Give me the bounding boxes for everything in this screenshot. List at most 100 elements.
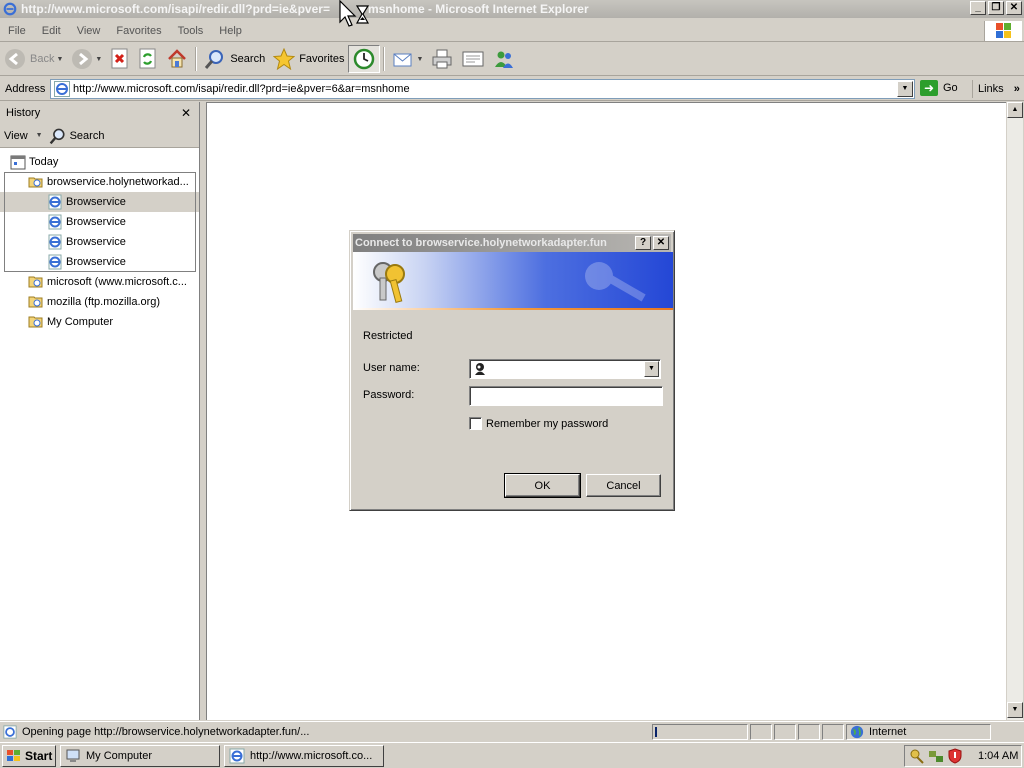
stop-button[interactable] — [106, 45, 134, 73]
scroll-down-icon[interactable]: ▼ — [1007, 702, 1023, 718]
cancel-button[interactable]: Cancel — [586, 474, 661, 497]
home-icon — [168, 49, 187, 68]
history-site-row[interactable]: browservice.holynetworkad... — [0, 172, 199, 192]
history-page-row[interactable]: Browservice — [0, 232, 199, 252]
realm-label: Restricted — [363, 330, 413, 342]
links-label: Links — [978, 83, 1004, 95]
status-pane — [822, 723, 844, 740]
view-label: View — [4, 129, 28, 142]
mail-button[interactable]: ▼ — [388, 45, 427, 73]
status-bar: Opening page http://browservice.holynetw… — [0, 721, 1024, 741]
chevron-down-icon: ▼ — [35, 132, 43, 139]
toolbar-separator — [383, 47, 386, 71]
network-key-icon[interactable] — [909, 748, 925, 764]
home-button[interactable] — [162, 45, 192, 73]
folder-open-icon — [28, 177, 43, 188]
address-combobox[interactable]: ▼ — [50, 79, 915, 99]
back-button[interactable]: Back ▼ — [0, 45, 67, 73]
forward-button[interactable]: ▼ — [67, 45, 106, 73]
print-button[interactable] — [427, 45, 457, 73]
refresh-button[interactable] — [134, 45, 162, 73]
status-message: Opening page http://browservice.holynetw… — [0, 724, 650, 739]
history-search-button[interactable]: Search — [49, 127, 104, 145]
stop-icon — [111, 48, 128, 69]
minimize-button[interactable]: _ — [970, 1, 986, 15]
printer-icon — [432, 49, 452, 69]
search-label: Search — [230, 53, 266, 65]
password-label: Password: — [363, 389, 415, 401]
password-field[interactable] — [469, 386, 663, 406]
menu-favorites[interactable]: Favorites — [108, 25, 169, 37]
view-dropdown-button[interactable]: View ▼ — [4, 130, 43, 142]
history-site-row[interactable]: mozilla (ftp.mozilla.org) — [0, 292, 199, 312]
taskbar-item-my-computer[interactable]: My Computer — [60, 744, 220, 767]
favorites-button[interactable]: Favorites — [269, 45, 348, 73]
back-dropdown-icon[interactable]: ▼ — [56, 56, 63, 63]
ok-button[interactable]: OK — [504, 473, 581, 498]
history-page-row[interactable]: Browservice — [0, 212, 199, 232]
address-input[interactable] — [73, 83, 897, 95]
restore-button[interactable]: ❐ — [988, 1, 1004, 15]
forward-dropdown-icon[interactable]: ▼ — [95, 56, 102, 63]
progress-bar — [652, 723, 748, 740]
connect-dialog: Connect to browservice.holynetworkadapte… — [349, 230, 675, 511]
start-button[interactable]: Start — [2, 744, 56, 767]
address-dropdown-icon[interactable]: ▼ — [897, 81, 913, 97]
messenger-button[interactable] — [489, 45, 519, 73]
ie-page-icon — [48, 234, 62, 250]
dialog-banner — [353, 252, 673, 310]
remember-password-checkbox[interactable] — [469, 417, 482, 430]
banner-accent-line — [353, 308, 673, 310]
dialog-title-bar[interactable]: Connect to browservice.holynetworkadapte… — [353, 234, 671, 252]
history-title: History — [6, 107, 41, 119]
window-title-bar[interactable]: http://www.microsoft.com/isapi/redir.dll… — [0, 0, 1024, 18]
vertical-scrollbar[interactable]: ▲ ▼ — [1006, 102, 1023, 720]
close-button[interactable]: ✕ — [1006, 1, 1022, 15]
history-page-row[interactable]: Browservice — [0, 192, 199, 212]
menu-edit[interactable]: Edit — [34, 25, 69, 37]
chevron-down-icon[interactable]: ▼ — [644, 361, 659, 377]
username-combobox[interactable]: ▼ — [469, 359, 661, 379]
search-button[interactable]: Search — [200, 45, 269, 73]
mail-dropdown-icon[interactable]: ▼ — [416, 56, 423, 63]
history-button[interactable] — [348, 45, 381, 73]
remember-password-label: Remember my password — [486, 417, 609, 430]
dialog-close-button[interactable]: ✕ — [653, 236, 669, 250]
history-site-row[interactable]: microsoft (www.microsoft.c... — [0, 272, 199, 292]
ie-icon — [229, 748, 245, 763]
history-site-label: microsoft (www.microsoft.c... — [47, 276, 187, 288]
windows-logo-icon — [984, 21, 1022, 41]
password-input[interactable] — [470, 387, 662, 405]
history-today-row[interactable]: Today — [0, 152, 199, 172]
taskbar-item-ie[interactable]: http://www.microsoft.co... — [224, 744, 384, 767]
favorites-label: Favorites — [299, 53, 345, 65]
menu-tools[interactable]: Tools — [170, 25, 212, 37]
history-page-label: Browservice — [66, 236, 126, 248]
status-pane — [774, 723, 796, 740]
menu-help[interactable]: Help — [211, 25, 250, 37]
history-page-row[interactable]: Browservice — [0, 252, 199, 272]
history-toolbar: View ▼ Search — [0, 124, 199, 148]
close-icon[interactable]: ✕ — [181, 106, 191, 120]
history-tree: Today browservice.holynetworkad... Brows… — [0, 148, 199, 332]
edit-button[interactable] — [457, 45, 489, 73]
security-shield-icon[interactable] — [947, 748, 963, 764]
scroll-up-icon[interactable]: ▲ — [1007, 102, 1023, 118]
links-button[interactable]: Links » — [972, 80, 1020, 98]
history-site-row[interactable]: My Computer — [0, 312, 199, 332]
history-site-label: My Computer — [47, 316, 114, 328]
menu-file[interactable]: File — [0, 25, 34, 37]
menu-view[interactable]: View — [69, 25, 109, 37]
status-pane — [798, 723, 820, 740]
network-icon[interactable] — [928, 748, 944, 764]
clock[interactable]: 1:04 AM — [978, 750, 1018, 762]
back-arrow-icon — [5, 49, 25, 69]
go-button[interactable]: ➜ Go — [920, 80, 958, 96]
help-button[interactable]: ? — [635, 236, 651, 250]
status-text: Opening page http://browservice.holynetw… — [22, 725, 310, 738]
remember-password-row[interactable]: Remember my password — [469, 417, 608, 430]
status-pane — [750, 723, 772, 740]
security-zone[interactable]: Internet — [846, 723, 991, 740]
username-label: User name: — [363, 362, 420, 374]
task-label: My Computer — [86, 749, 153, 762]
